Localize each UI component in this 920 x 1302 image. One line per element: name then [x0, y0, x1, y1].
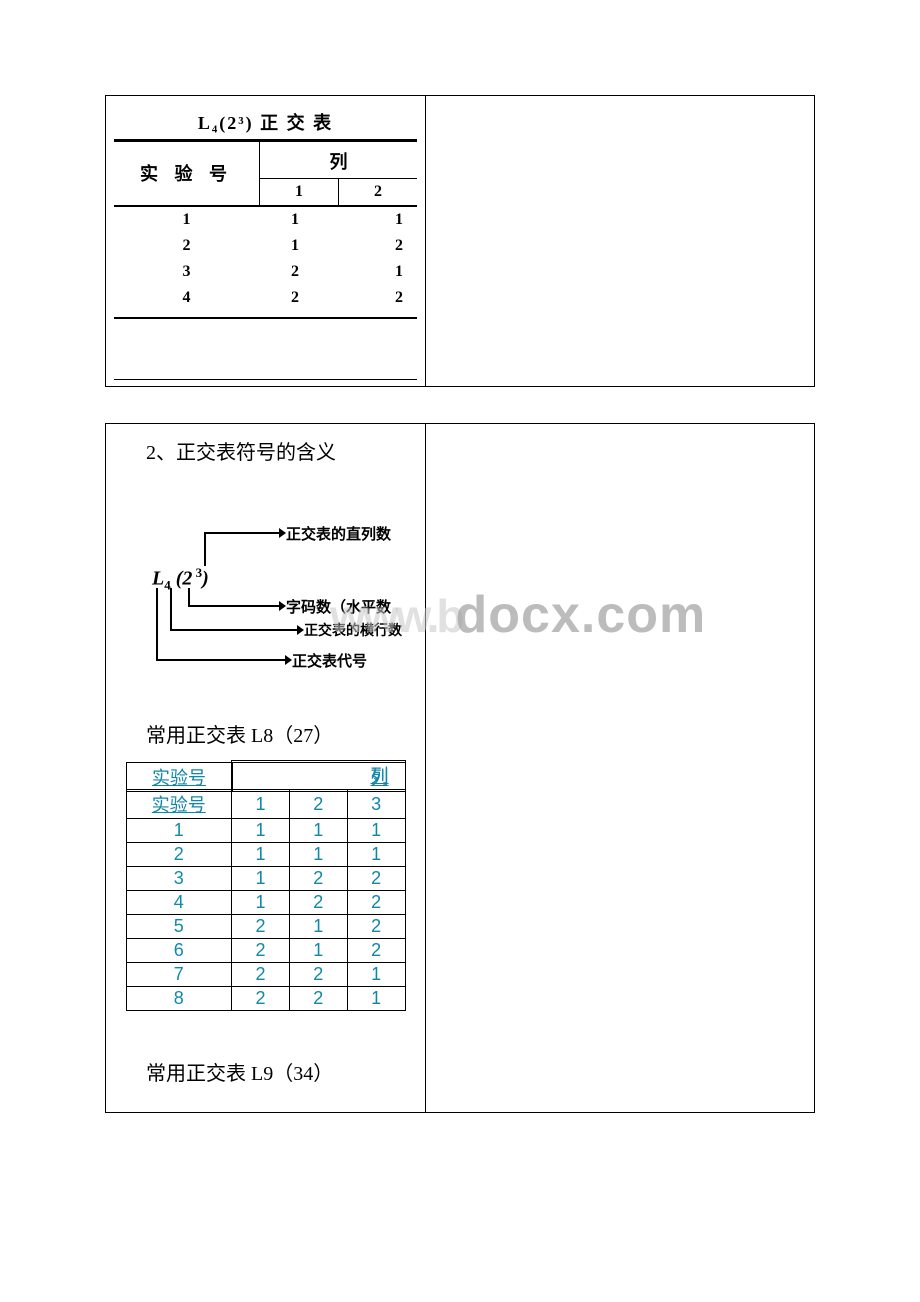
diagram-label-columns: 正交表的直列数 [286, 523, 391, 544]
table-row: 4122 [126, 891, 405, 915]
table1-r3-c2: 1 [331, 259, 417, 285]
l8-r4-exp: 4 [126, 891, 232, 915]
l8-h-1: 1 [232, 790, 290, 819]
l8-r1-exp: 1 [126, 819, 232, 843]
l8-r6-c3: 2 [347, 939, 405, 963]
table-row: 3122 [126, 867, 405, 891]
table-row: 7221 [126, 963, 405, 987]
table1-r1-c2: 1 [331, 207, 417, 233]
table1-r4-c2: 2 [331, 285, 417, 311]
table1-r4-exp: 4 [114, 285, 259, 311]
l8-h-2: 2 [289, 790, 347, 819]
l8-r8-exp: 8 [126, 987, 232, 1011]
l8-r4-c1: 1 [232, 891, 290, 915]
l8-r3-c3: 2 [347, 867, 405, 891]
section2-left-panel: 2、正交表符号的含义 L4 (2 3) 正交表的直列数 字码数（水平数 正交表的… [106, 424, 426, 1112]
table1-r1-exp: 1 [114, 207, 259, 233]
table1-r3-exp: 3 [114, 259, 259, 285]
l8-table-main: 列 实验号 1 2 3 1111 2111 3122 4122 5212 621… [126, 760, 406, 1011]
l8-r4-c3: 2 [347, 891, 405, 915]
table1-cols-header: 列 [260, 142, 417, 179]
l8-r7-c3: 1 [347, 963, 405, 987]
l8-r2-c2: 1 [289, 843, 347, 867]
l8-r5-c2: 1 [289, 915, 347, 939]
table1-r4-c1: 2 [259, 285, 331, 311]
l8-r3-c2: 2 [289, 867, 347, 891]
l8-r1-c2: 1 [289, 819, 347, 843]
diagram-label-levels: 字码数（水平数 [286, 596, 391, 617]
table-row: 实验号 1 2 3 [126, 790, 405, 819]
l8-cols-header-cell: 列 [232, 761, 405, 790]
l8-r7-c1: 2 [232, 963, 290, 987]
l8-r6-c2: 1 [289, 939, 347, 963]
l8-r6-exp: 6 [126, 939, 232, 963]
table1-body: 1 1 1 2 1 2 3 [114, 207, 417, 319]
table1-left-panel: L₄(2³) 正 交 表 实 验 号 列 1 2 1 [106, 96, 426, 386]
l8-title: 常用正交表 L8（27） [110, 701, 421, 762]
table-row: 2 1 2 [114, 233, 417, 259]
table1-col-1: 1 [260, 179, 338, 205]
l8-r8-c2: 2 [289, 987, 347, 1011]
l8-r3-exp: 3 [126, 867, 232, 891]
table1-title: L₄(2³) 正 交 表 [114, 104, 417, 142]
table1-r3-c1: 2 [259, 259, 331, 285]
table-row: 8221 [126, 987, 405, 1011]
table1-r2-c2: 2 [331, 233, 417, 259]
diagram-formula: L4 (2 3) [152, 565, 209, 594]
table1-container: L₄(2³) 正 交 表 实 验 号 列 1 2 1 [105, 95, 815, 387]
l8-r3-c1: 1 [232, 867, 290, 891]
l8-r2-exp: 2 [126, 843, 232, 867]
diagram-label-symbol: 正交表代号 [292, 650, 367, 671]
l8-r5-exp: 5 [126, 915, 232, 939]
table1-r2-exp: 2 [114, 233, 259, 259]
table1-header-row: 实 验 号 列 1 2 [114, 142, 417, 207]
table-row: 2111 [126, 843, 405, 867]
table1-exp-header: 实 验 号 [114, 142, 259, 205]
diagram-letter-l: L [152, 568, 164, 590]
table-row: 1111 [126, 819, 405, 843]
table-row: 3 2 1 [114, 259, 417, 285]
l8-r4-c2: 2 [289, 891, 347, 915]
l8-r1-c3: 1 [347, 819, 405, 843]
l8-r5-c3: 2 [347, 915, 405, 939]
l8-r8-c3: 1 [347, 987, 405, 1011]
l8-r7-exp: 7 [126, 963, 232, 987]
section2-right-empty [426, 424, 814, 1112]
diagram-superscript-3: 3 [192, 565, 202, 580]
table1-col-2: 2 [338, 179, 417, 205]
l8-r1-c1: 1 [232, 819, 290, 843]
l8-r7-c2: 2 [289, 963, 347, 987]
table-row: 6212 [126, 939, 405, 963]
l8-r8-c1: 2 [232, 987, 290, 1011]
l8-r2-c3: 1 [347, 843, 405, 867]
section2-container: 2、正交表符号的含义 L4 (2 3) 正交表的直列数 字码数（水平数 正交表的… [105, 423, 815, 1113]
l8-exp-header-cell: 实验号 [126, 790, 232, 819]
table1-right-empty [426, 96, 814, 386]
l8-h-3: 3 [347, 790, 405, 819]
l9-title: 常用正交表 L9（34） [110, 1017, 421, 1100]
symbol-meaning-diagram: L4 (2 3) 正交表的直列数 字码数（水平数 正交表的横行数 正交表代号 [110, 487, 421, 687]
section2-title: 2、正交表符号的含义 [110, 428, 421, 479]
table-row: 5212 [126, 915, 405, 939]
table-row: 4 2 2 [114, 285, 417, 311]
diagram-paren-close: ) [202, 568, 209, 590]
diagram-label-rows: 正交表的横行数 [304, 620, 402, 640]
table1-r1-c1: 1 [259, 207, 331, 233]
l8-r2-c1: 1 [232, 843, 290, 867]
table1-r2-c1: 1 [259, 233, 331, 259]
l8-r6-c1: 2 [232, 939, 290, 963]
table-row: 1 1 1 [114, 207, 417, 233]
diagram-paren-open: (2 [171, 568, 193, 590]
l8-r5-c1: 2 [232, 915, 290, 939]
